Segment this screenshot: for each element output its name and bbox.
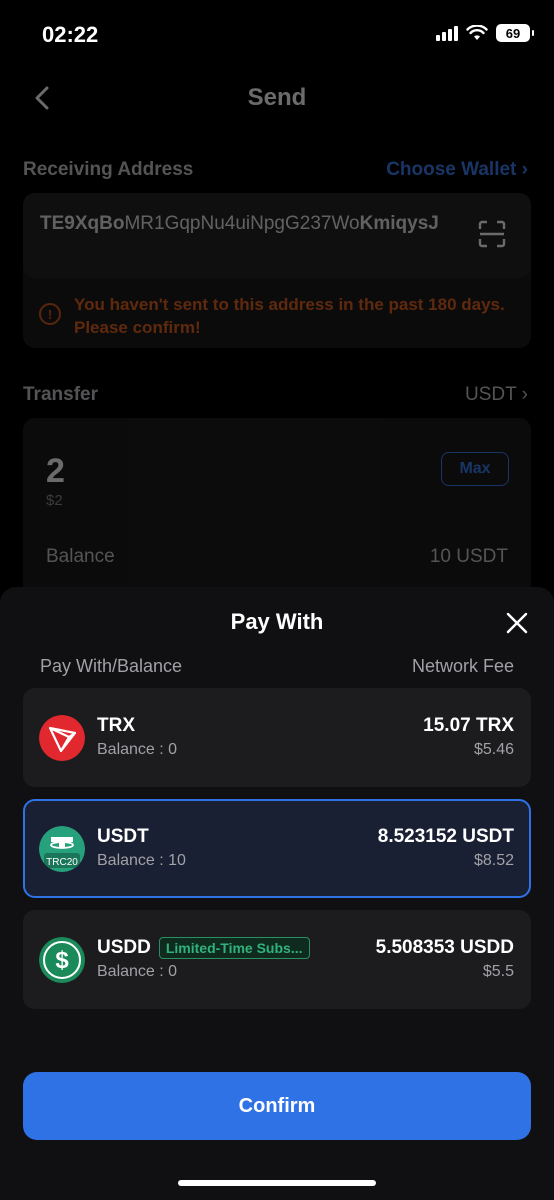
address-card: TE9XqBoMR1GqpNu4uiNpgG237WoKmiqysJ ! You… <box>23 193 531 348</box>
network-fee-header: Network Fee <box>411 656 514 676</box>
amount-input[interactable]: 2 <box>46 452 65 491</box>
address-start: TE9XqBo <box>40 213 125 234</box>
amount-usd: $2 <box>46 492 63 509</box>
option-name: TRX <box>97 715 135 737</box>
home-indicator[interactable] <box>178 1180 376 1186</box>
close-icon[interactable] <box>506 612 528 634</box>
pay-with-balance-header: Pay With/Balance <box>40 656 183 676</box>
option-fee: 15.07 TRX <box>423 715 514 736</box>
choose-wallet-label: Choose Wallet <box>386 159 517 180</box>
tether-trc20-icon: TRC20 <box>39 826 85 872</box>
option-fee: 5.508353 USDD <box>375 937 514 958</box>
option-balance: Balance : 10 <box>97 852 186 869</box>
address-input[interactable]: TE9XqBoMR1GqpNu4uiNpgG237WoKmiqysJ <box>23 193 531 278</box>
transfer-card: 2 $2 Max Balance 10 USDT <box>23 418 531 598</box>
option-name: USDD Limited-Time Subs... <box>97 937 310 959</box>
warning-icon: ! <box>39 303 61 325</box>
option-balance: Balance : 0 <box>97 963 178 980</box>
token-selector[interactable]: USDT › <box>465 384 528 406</box>
option-name-text: TRX <box>97 715 135 736</box>
max-button[interactable]: Max <box>441 452 509 486</box>
balance-label: Balance <box>46 546 115 567</box>
option-name: USDT <box>97 826 149 848</box>
token-selector-label: USDT <box>465 384 517 405</box>
address-middle: MR1GqpNu4uiNpgG237Wo <box>124 213 360 234</box>
usdd-icon: $ <box>39 937 85 983</box>
option-name-text: USDD <box>97 937 151 958</box>
pay-option-usdd[interactable]: $ USDD Limited-Time Subs... Balance : 0 5… <box>23 910 531 1009</box>
option-fee: 8.523152 USDT <box>377 826 514 847</box>
scan-qr-icon[interactable] <box>477 219 507 249</box>
confirm-button[interactable]: Confirm <box>23 1072 531 1140</box>
pay-option-usdt[interactable]: TRC20 USDT Balance : 10 8.523152 USDT $8… <box>23 799 531 898</box>
balance-value: 10 USDT <box>429 546 508 567</box>
choose-wallet-link[interactable]: Choose Wallet › <box>386 159 528 181</box>
option-fee-usd: $5.46 <box>473 741 514 758</box>
address-text: TE9XqBoMR1GqpNu4uiNpgG237WoKmiqysJ <box>40 211 460 237</box>
address-end: KmiqysJ <box>359 213 439 234</box>
pay-option-trx[interactable]: TRX Balance : 0 15.07 TRX $5.46 <box>23 688 531 787</box>
tron-icon <box>39 715 85 761</box>
transfer-label: Transfer <box>23 384 98 405</box>
option-balance: Balance : 0 <box>97 741 178 758</box>
option-name-text: USDT <box>97 826 149 847</box>
svg-text:$: $ <box>55 947 69 974</box>
receiving-address-label: Receiving Address <box>23 159 194 180</box>
sheet-title: Pay With <box>230 609 324 634</box>
option-fee-usd: $5.5 <box>482 963 514 980</box>
trc20-label: TRC20 <box>46 857 78 868</box>
page-title: Send <box>247 84 307 111</box>
address-warning: You haven't sent to this address in the … <box>74 295 505 337</box>
pay-with-sheet: Pay With Pay With/Balance Network Fee TR… <box>0 587 554 1200</box>
promo-badge: Limited-Time Subs... <box>158 937 310 959</box>
option-fee-usd: $8.52 <box>473 852 514 869</box>
